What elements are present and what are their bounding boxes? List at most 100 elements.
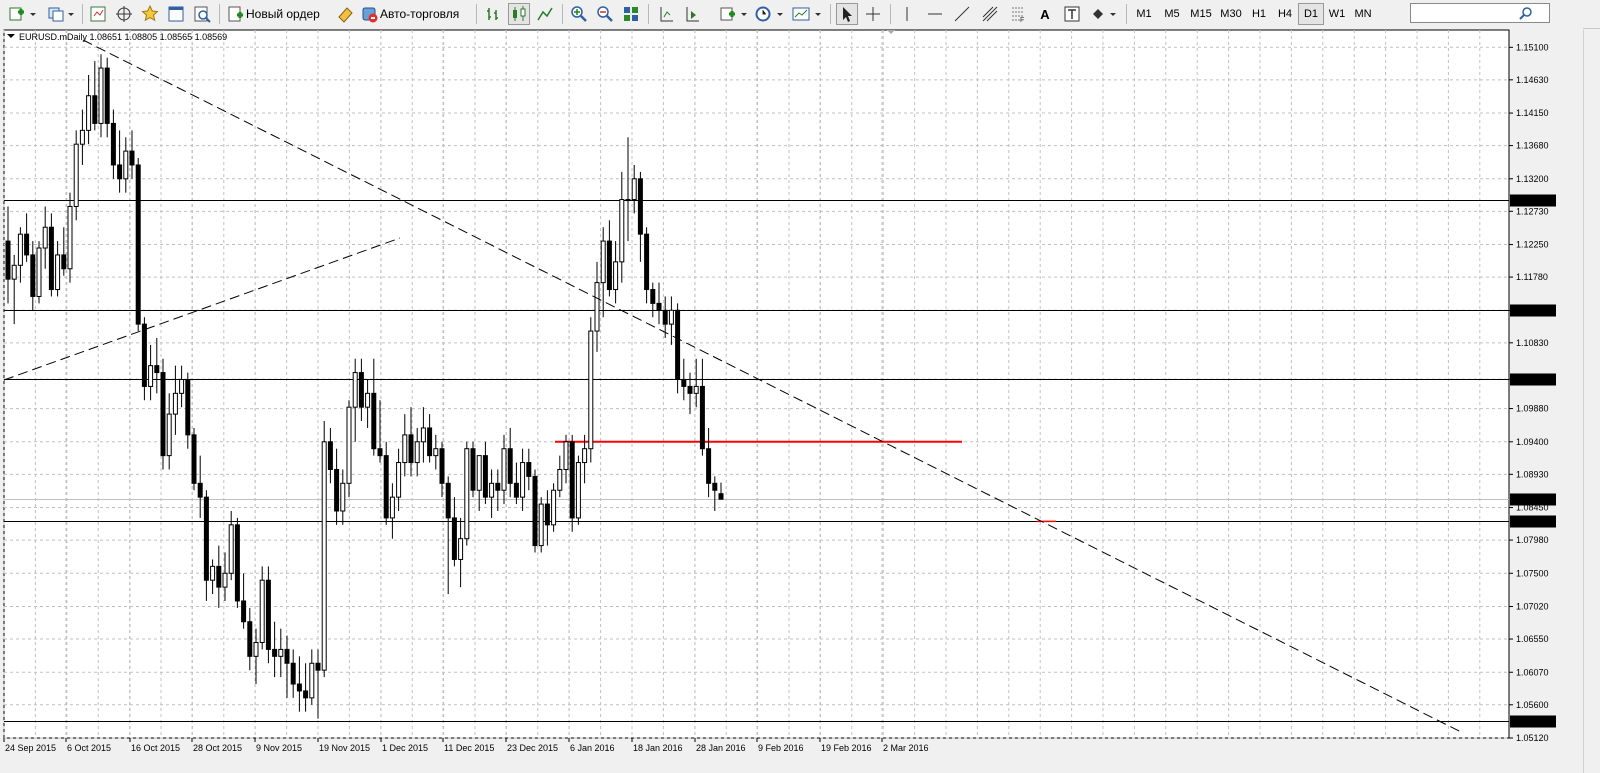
cursor-button[interactable] [836,3,858,25]
vertical-line-button[interactable] [896,3,918,25]
new-order-label: Новый ордер [246,7,320,21]
arrows-button[interactable] [1088,3,1118,25]
templates-button[interactable] [789,3,823,25]
market-watch-icon [90,6,106,22]
data-window-button[interactable] [113,3,135,25]
chart-shift-icon [660,7,673,22]
price-tick-label: 1.14150 [1516,108,1549,118]
timeframe-m5-button[interactable]: M5 [1158,3,1186,25]
candle-body [358,372,364,408]
candle-body [513,482,519,498]
periods-button[interactable] [753,3,785,25]
zoom-in-icon [571,6,587,22]
new-chart-button[interactable] [6,3,38,25]
candle-body [575,462,581,519]
candle-body [24,233,30,256]
candle [675,303,681,394]
profiles-button[interactable] [44,3,76,25]
candle-body [501,448,507,491]
fibonacci-button[interactable]: F [1007,3,1029,25]
candle-body [61,254,67,270]
candle-body [303,690,309,699]
timeframe-h1-button[interactable]: H1 [1246,3,1272,25]
candle-body [637,178,643,235]
horizontal-line-icon [928,13,942,15]
candle-body [594,282,600,332]
candle-body [141,323,147,387]
candle-body [179,379,185,394]
autoscroll-button[interactable] [681,3,703,25]
meta-editor-button[interactable] [334,3,356,25]
auto-trading-button[interactable]: Авто-торговля [360,3,470,25]
text-label-icon [1064,6,1080,22]
fibonacci-icon: F [1012,7,1024,23]
candle-body [222,572,228,588]
candle-body [290,662,296,685]
candle-body [414,441,420,464]
candle-body [563,441,569,470]
candle [346,400,352,498]
terminal-button[interactable] [165,3,187,25]
equidistant-channel-button[interactable] [979,3,1001,25]
vertical-line-icon [906,7,908,21]
candle-body [42,226,48,249]
level-label: 1.05360 [1513,717,1546,727]
candle [464,441,470,546]
date-tick-label: 16 Oct 2015 [131,743,180,753]
price-tick-label: 1.06550 [1516,634,1549,644]
candle-body [352,372,358,408]
new-order-button[interactable]: Новый ордер [226,3,330,25]
market-watch-button[interactable] [87,3,109,25]
price-chart[interactable]: 1.129001.113001.103061.082501.053601.085… [0,28,1583,773]
timeframe-mn-button[interactable]: MN [1350,3,1376,25]
chart-shift-button[interactable] [655,3,677,25]
candle-body [464,448,470,540]
zoom-out-button[interactable] [594,3,616,25]
candle-body [104,67,110,124]
candle-body [693,385,699,394]
bar-chart-button[interactable] [482,3,504,25]
crosshair-icon [866,7,880,21]
magnifier-document-icon [194,6,211,23]
candle-body [402,434,408,464]
timeframe-h4-button[interactable]: H4 [1272,3,1298,25]
timeframe-m1-button[interactable]: M1 [1130,3,1158,25]
indicators-button[interactable] [717,3,749,25]
price-tick-label: 1.05600 [1516,700,1549,710]
timeframe-m30-button[interactable]: M30 [1216,3,1246,25]
date-tick-label: 18 Jan 2016 [633,743,683,753]
timeframe-w1-button[interactable]: W1 [1324,3,1350,25]
navigator-button[interactable] [139,3,161,25]
candle-body [123,150,129,180]
horizontal-line-button[interactable] [924,3,946,25]
candle-body [309,662,315,699]
candle-chart-button[interactable] [508,3,530,25]
candle-body [234,524,240,602]
bars-icon [487,8,498,20]
trendline-button[interactable] [951,3,973,25]
line-chart-button[interactable] [534,3,556,25]
timeframe-d1-button[interactable]: D1 [1298,3,1324,25]
tile-windows-button[interactable] [620,3,642,25]
candle-body [656,302,662,311]
candle-body [538,503,544,547]
candle-body [433,448,439,457]
candle-body [296,683,302,692]
candle [321,421,327,678]
zoom-in-button[interactable] [568,3,590,25]
timeframe-m15-button[interactable]: M15 [1186,3,1216,25]
candle-body [135,164,141,325]
text-label-button[interactable] [1061,3,1083,25]
indicators-icon [720,7,747,21]
candle [575,455,581,525]
strategy-tester-button[interactable] [191,3,213,25]
candle-body [681,379,687,387]
candle-body [92,95,98,124]
candle-body [278,648,284,657]
text-button[interactable]: A [1034,3,1056,25]
search-icon[interactable] [1518,6,1534,22]
price-tick-label: 1.08450 [1516,503,1549,513]
crosshair-button[interactable] [862,3,884,25]
candle-body [532,475,538,547]
date-tick-label: 24 Sep 2015 [5,743,56,753]
